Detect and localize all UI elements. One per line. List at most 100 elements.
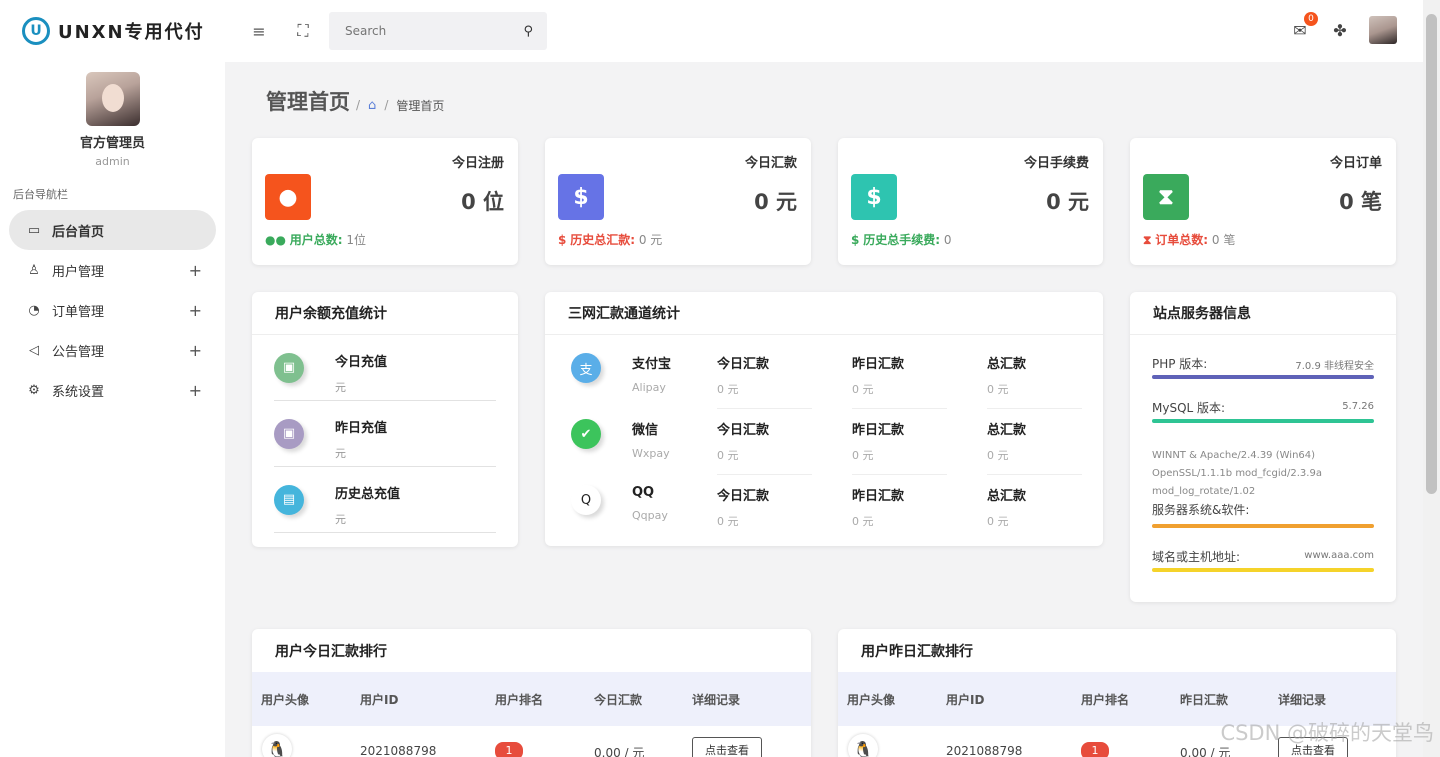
nav-item-orders[interactable]: ◔ 订单管理 +	[0, 290, 216, 330]
hourglass-icon: ⧗	[1143, 174, 1189, 220]
list-item: ▤ 历史总充值元	[274, 467, 496, 533]
calendar-icon: ▣	[274, 352, 304, 383]
stat-foot-key: 用户总数:	[289, 233, 343, 247]
watermark: CSDN @破碎的天堂鸟	[1220, 721, 1434, 745]
software-line: mod_log_rotate/1.02	[1152, 486, 1256, 497]
server-domain: 域名或主机地址: www.aaa.com	[1152, 548, 1374, 572]
server-mysql: MySQL 版本: 5.7.26	[1152, 399, 1374, 423]
home-icon[interactable]: ⌂	[368, 98, 376, 113]
card-title: 用户昨日汇款排行	[861, 643, 973, 660]
menu-toggle-icon[interactable]: ≡	[249, 21, 269, 41]
stat-value: 0 元	[754, 190, 797, 214]
server-software: WINNT & Apache/2.4.39 (Win64) OpenSSL/1.…	[1152, 447, 1374, 528]
monitor-icon: ▭	[27, 222, 41, 238]
stat-foot-value: 1位	[346, 233, 367, 247]
col-label: 昨日汇款	[852, 357, 905, 372]
rank-badge: 1	[495, 742, 523, 757]
nav-item-dashboard[interactable]: ▭ 后台首页	[9, 210, 216, 250]
column-header: 详细记录	[1278, 692, 1327, 707]
search-icon[interactable]: ⚲	[523, 24, 533, 39]
col-label: 总汇款	[987, 423, 1027, 438]
channel-name: QQ	[632, 485, 655, 500]
recharge-stats-card: 用户余额充值统计 ▣ 今日充值元 ▣ 昨日充值元 ▤ 历史总充值元	[252, 292, 518, 547]
user-id: 2021088798	[946, 744, 1023, 757]
column-header: 昨日汇款	[1180, 692, 1229, 707]
stat-foot-value: 0 元	[638, 233, 663, 247]
channel-stats-card: 三网汇款通道统计 支 支付宝 Alipay 今日汇款 0 元 昨日汇款 0 元 总汇款…	[545, 292, 1103, 546]
rank-badge: 1	[1081, 742, 1109, 757]
expand-plus-icon[interactable]: +	[189, 341, 202, 360]
rec-unit: 元	[335, 513, 346, 526]
mail-icon[interactable]: ✉ 0	[1289, 12, 1318, 41]
rec-unit: 元	[335, 381, 346, 394]
qq-icon: Q	[571, 485, 601, 515]
card-title: 用户余额充值统计	[252, 292, 518, 335]
stat-card-fee: 今日手续费 $ 0 元 $ 历史总手续费: 0	[838, 138, 1103, 265]
users-icon: ●●	[265, 233, 286, 247]
stat-value: 0 笔	[1339, 190, 1382, 214]
channel-name: 微信	[632, 423, 659, 438]
fullscreen-icon[interactable]: ⛶	[293, 21, 313, 41]
nav-item-label: 订单管理	[52, 304, 105, 320]
col-value: 0 元	[852, 383, 874, 396]
gear-icon: ⚙	[28, 382, 40, 398]
scroll-thumb[interactable]	[1426, 14, 1437, 494]
logo[interactable]: U UNXN专用代付	[0, 0, 225, 62]
stat-card-register: 今日注册 ● 0 位 ●● 用户总数: 1位	[252, 138, 518, 265]
logo-icon: U	[22, 17, 50, 45]
top-header: ≡ ⛶ ⚲ ✉ 0 ✤	[225, 0, 1423, 62]
channel-row-wxpay: ✔ 微信 Wxpay 今日汇款 0 元 昨日汇款 0 元 总汇款 0 元	[567, 401, 1082, 475]
user-icon: ●	[265, 174, 311, 220]
nav-title: 后台导航栏	[13, 188, 68, 201]
rank-today-card: 用户今日汇款排行 用户头像 用户ID 用户排名 今日汇款 详细记录 🐧 2021…	[252, 629, 811, 757]
stat-foot-key: 历史总汇款:	[570, 233, 635, 247]
stat-foot-key: 订单总数:	[1155, 233, 1209, 247]
apps-icon[interactable]: ✤	[1329, 19, 1351, 41]
list-item: ▣ 昨日充值元	[274, 401, 496, 467]
stat-value: 0 位	[461, 190, 504, 214]
nav-item-settings[interactable]: ⚙ 系统设置 +	[0, 370, 216, 410]
header-avatar[interactable]	[1369, 16, 1397, 44]
wechat-icon: ✔	[571, 419, 601, 449]
money-bag-icon: $	[851, 174, 897, 220]
profile-avatar[interactable]	[85, 72, 140, 126]
stat-value: 0 元	[1046, 190, 1089, 214]
user-icon: ♙	[28, 262, 40, 278]
col-value: 0 元	[717, 383, 739, 396]
view-details-button[interactable]: 点击查看	[692, 737, 762, 757]
stat-card-orders: 今日订单 ⧗ 0 笔 ⧗ 订单总数: 0 笔	[1130, 138, 1396, 265]
brand-name: UNXN专用代付	[58, 22, 205, 43]
expand-plus-icon[interactable]: +	[189, 261, 202, 280]
breadcrumb-current: 管理首页	[396, 98, 445, 113]
profile: 官方管理员 admin	[0, 62, 225, 168]
nav-item-users[interactable]: ♙ 用户管理 +	[0, 250, 216, 290]
qq-avatar-icon: 🐧	[848, 734, 878, 757]
server-key: 服务器系统&软件:	[1152, 503, 1250, 517]
rec-label: 历史总充值	[335, 487, 401, 502]
channel-row-qqpay: Q QQ Qqpay 今日汇款 0 元 昨日汇款 0 元 总汇款 0 元	[567, 467, 1081, 533]
scrollbar[interactable]	[1423, 0, 1440, 757]
server-key: MySQL 版本:	[1152, 401, 1226, 415]
stat-card-remit: 今日汇款 $ 0 元 $ 历史总汇款: 0 元	[545, 138, 811, 265]
nav-item-label: 后台首页	[52, 224, 105, 240]
nav-item-announcements[interactable]: ◁ 公告管理 +	[0, 330, 216, 370]
stat-footer: $ 历史总手续费: 0	[851, 231, 951, 248]
search-input[interactable]	[345, 24, 524, 38]
expand-plus-icon[interactable]: +	[189, 301, 202, 320]
profile-name: 官方管理员	[79, 136, 145, 151]
col-label: 总汇款	[987, 357, 1027, 372]
rec-unit: 元	[335, 447, 346, 460]
nav-item-label: 公告管理	[52, 344, 105, 360]
expand-plus-icon[interactable]: +	[189, 381, 202, 400]
server-key: PHP 版本:	[1152, 357, 1208, 371]
stat-label: 今日汇款	[744, 156, 797, 171]
col-value: 0 元	[852, 515, 874, 528]
server-key: 域名或主机地址:	[1152, 550, 1241, 564]
amount: 0.00 / 元	[594, 746, 645, 757]
col-value: 0 元	[987, 383, 1009, 396]
column-header: 今日汇款	[594, 692, 643, 707]
column-header: 用户头像	[261, 692, 310, 707]
card-title: 三网汇款通道统计	[545, 292, 1103, 335]
stat-footer: ⧗ 订单总数: 0 笔	[1143, 231, 1235, 248]
col-label: 昨日汇款	[852, 489, 905, 504]
